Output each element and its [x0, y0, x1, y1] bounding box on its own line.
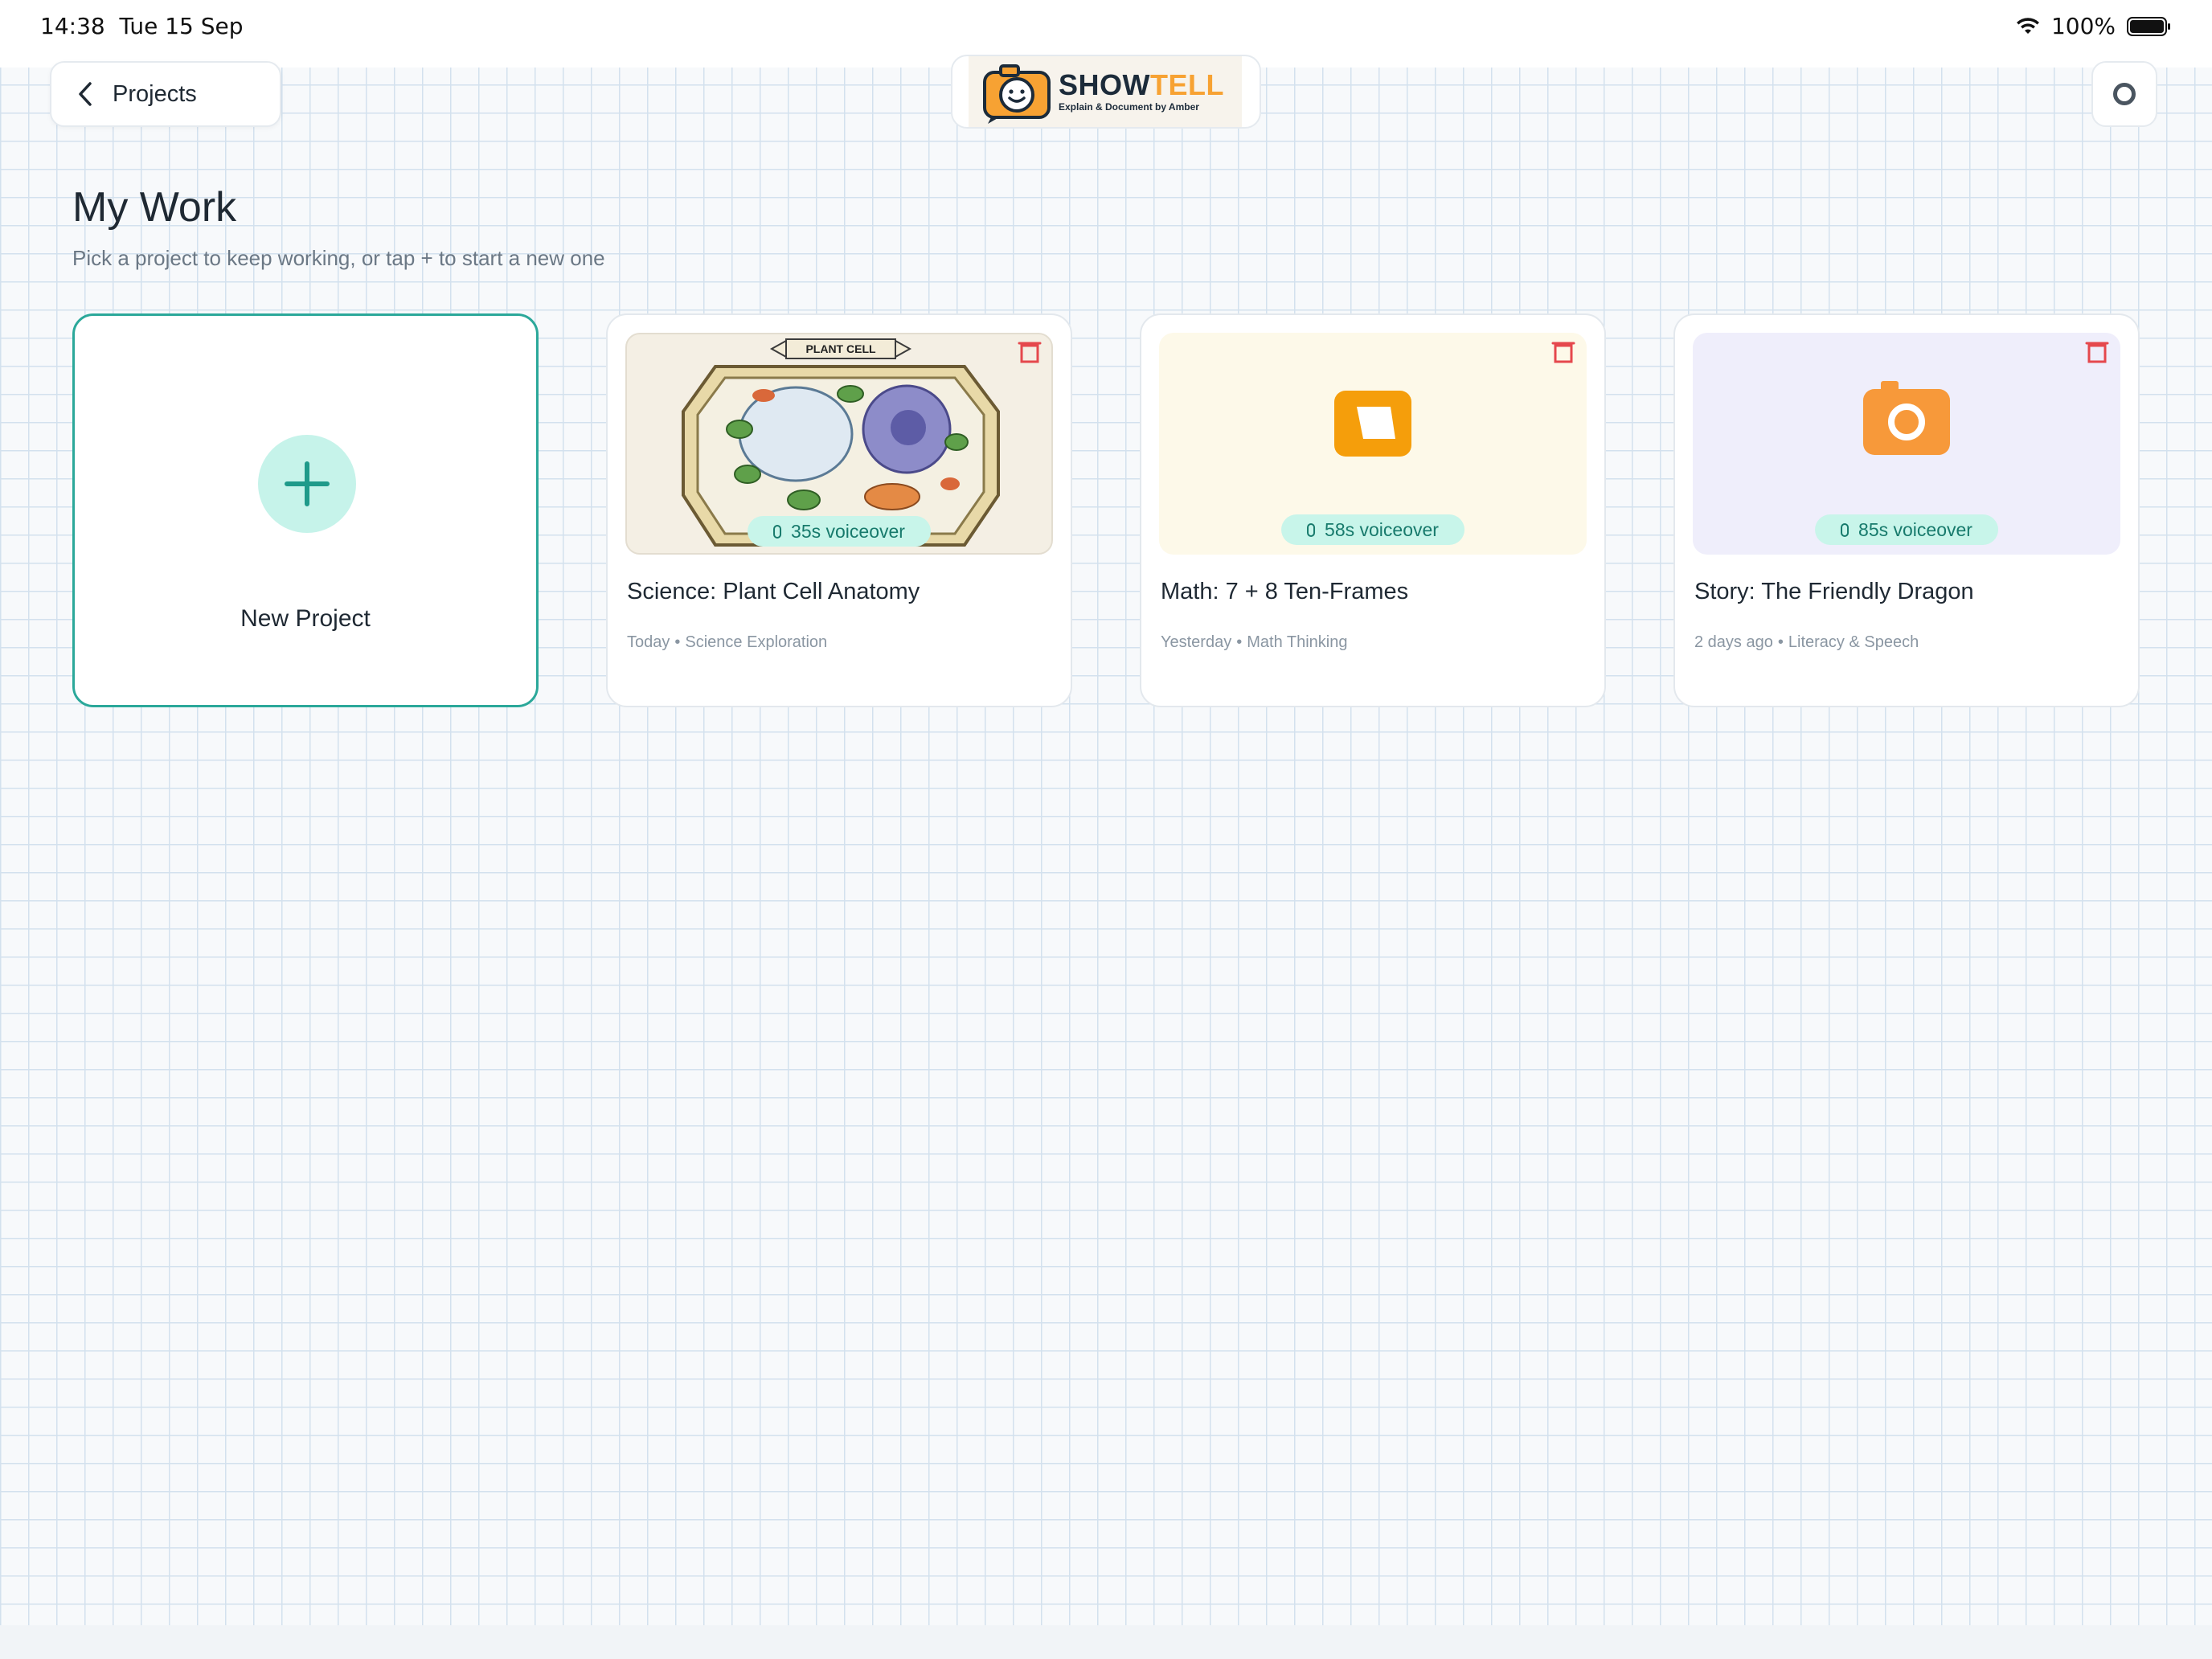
project-category: Literacy & Speech — [1788, 633, 1919, 651]
mic-icon — [1307, 522, 1316, 537]
mic-icon — [1841, 522, 1849, 537]
bottom-bar — [0, 1625, 2212, 1659]
logo-camera-icon — [983, 64, 1051, 124]
project-thumbnail: 58s voiceover — [1159, 333, 1587, 555]
project-date: Today — [627, 633, 670, 651]
status-date: Tue 15 Sep — [119, 13, 244, 39]
slides-icon — [1334, 391, 1411, 457]
camera-icon — [1863, 381, 1950, 455]
project-category: Science Exploration — [685, 633, 828, 651]
add-circle — [258, 435, 356, 533]
project-title: Science: Plant Cell Anatomy — [627, 579, 920, 604]
voiceover-badge: 58s voiceover — [1281, 514, 1464, 545]
battery-percent: 100% — [2050, 13, 2116, 39]
voiceover-duration: 85s voiceover — [1858, 518, 1972, 540]
logo-text: SHOWTELL Explain & Document by Amber — [1059, 71, 1224, 113]
app-logo: SHOWTELL Explain & Document by Amber — [951, 55, 1261, 129]
logo-wordmark: SHOWTELL — [1059, 71, 1224, 100]
logo-tell: TELL — [1150, 68, 1224, 101]
battery-icon — [2127, 16, 2170, 36]
project-card-friendly-dragon[interactable]: 85s voiceover Story: The Friendly Dragon… — [1673, 313, 2140, 707]
new-project-card[interactable]: New Project — [72, 313, 539, 707]
status-time: 14:38 Tue 15 Sep — [40, 13, 244, 39]
chevron-left-icon — [79, 82, 92, 106]
voiceover-duration: 35s voiceover — [791, 520, 905, 542]
status-circle-button[interactable] — [2091, 61, 2157, 127]
delete-icon[interactable] — [1551, 341, 1575, 363]
project-meta: Today • Science Exploration — [627, 633, 827, 652]
project-date: Yesterday — [1161, 633, 1232, 651]
project-category: Math Thinking — [1247, 633, 1348, 651]
project-meta: Yesterday • Math Thinking — [1161, 633, 1348, 652]
project-date: 2 days ago — [1694, 633, 1773, 651]
plant-cell-banner-label: PLANT CELL — [805, 342, 876, 355]
status-right: 100% — [2016, 13, 2172, 39]
wifi-icon — [2016, 17, 2039, 34]
status-clock: 14:38 — [40, 13, 105, 39]
plus-icon — [285, 461, 330, 506]
logo-show: SHOW — [1059, 68, 1150, 101]
project-card-plant-cell[interactable]: PLANT CELL 35s voiceover Science: Plant … — [606, 313, 1072, 707]
logo-tagline: Explain & Document by Amber — [1059, 101, 1199, 113]
page-subtitle: Pick a project to keep working, or tap +… — [72, 246, 605, 270]
circle-icon — [2113, 83, 2136, 105]
delete-icon[interactable] — [1018, 341, 1042, 363]
new-project-label: New Project — [240, 605, 371, 632]
voiceover-badge: 85s voiceover — [1815, 514, 1998, 545]
project-card-ten-frames[interactable]: 58s voiceover Math: 7 + 8 Ten-Frames Yes… — [1140, 313, 1606, 707]
meta-separator: • — [1236, 633, 1243, 651]
mic-icon — [773, 524, 782, 539]
project-thumbnail: PLANT CELL 35s voiceover — [625, 333, 1053, 555]
project-title: Story: The Friendly Dragon — [1694, 579, 1974, 604]
delete-icon[interactable] — [2085, 341, 2109, 363]
back-to-projects-button[interactable]: Projects — [50, 61, 281, 127]
meta-separator: • — [674, 633, 681, 651]
back-label: Projects — [113, 80, 197, 107]
voiceover-badge: 35s voiceover — [748, 516, 931, 547]
project-thumbnail: 85s voiceover — [1693, 333, 2120, 555]
meta-separator: • — [1777, 633, 1784, 651]
project-title: Math: 7 + 8 Ten-Frames — [1161, 579, 1409, 604]
project-meta: 2 days ago • Literacy & Speech — [1694, 633, 1919, 652]
page-title: My Work — [72, 184, 237, 231]
voiceover-duration: 58s voiceover — [1325, 518, 1439, 540]
logo-inner: SHOWTELL Explain & Document by Amber — [969, 56, 1242, 127]
